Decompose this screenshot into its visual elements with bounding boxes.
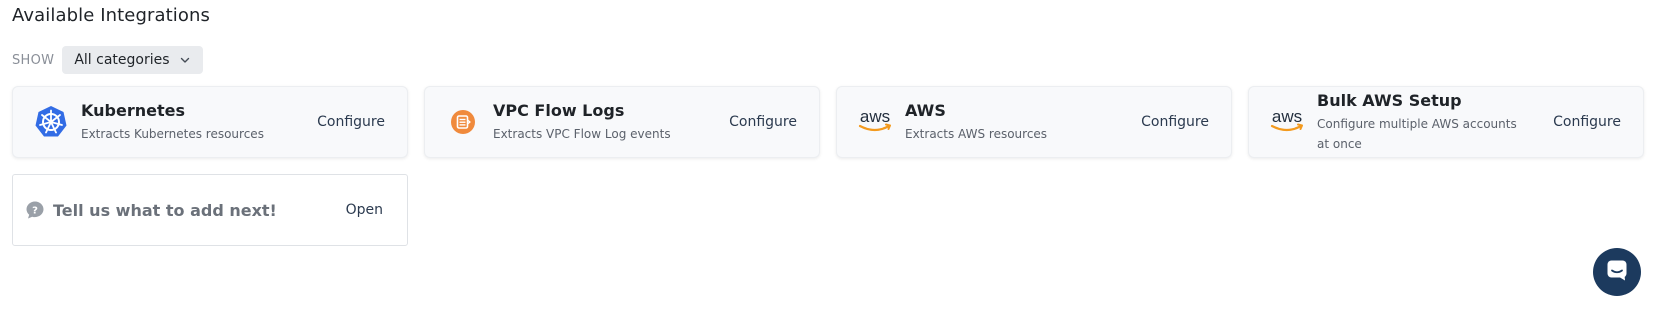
kubernetes-icon [31, 102, 71, 142]
card-title: VPC Flow Logs [493, 100, 625, 120]
integration-card-bulk-aws-setup: aws Bulk AWS Setup Configure multiple AW… [1248, 86, 1644, 158]
open-button[interactable]: Open [336, 196, 395, 224]
card-text: VPC Flow Logs Extracts VPC Flow Log even… [493, 101, 719, 144]
chat-icon [1605, 258, 1629, 286]
configure-button[interactable]: Configure [1131, 108, 1219, 136]
integration-cards: Kubernetes Extracts Kubernetes resources… [12, 86, 1644, 158]
integration-card-aws: aws AWS Extracts AWS resources Configure [836, 86, 1232, 158]
show-label: SHOW [12, 52, 55, 68]
card-description: Extracts AWS resources [905, 126, 1048, 141]
configure-button[interactable]: Configure [719, 108, 807, 136]
integration-card-vpc-flow-logs: VPC Flow Logs Extracts VPC Flow Log even… [424, 86, 820, 158]
card-description: Extracts VPC Flow Log events [493, 126, 671, 141]
card-title: Bulk AWS Setup [1317, 90, 1462, 110]
category-filter: SHOW All categories [12, 46, 204, 74]
card-text: Bulk AWS Setup Configure multiple AWS ac… [1317, 91, 1543, 154]
question-chat-icon: ? [25, 200, 45, 220]
suggestion-text: Tell us what to add next! [53, 200, 277, 220]
svg-text:?: ? [32, 205, 38, 216]
card-description: Configure multiple AWS accounts at once [1317, 116, 1517, 151]
svg-text:aws: aws [1272, 107, 1302, 126]
svg-text:aws: aws [860, 107, 890, 126]
chevron-down-icon [179, 54, 191, 66]
configure-button[interactable]: Configure [307, 108, 395, 136]
card-title: Kubernetes [81, 100, 185, 120]
card-text: Kubernetes Extracts Kubernetes resources [81, 101, 307, 144]
vpc-flow-logs-icon [443, 102, 483, 142]
category-select[interactable]: All categories [62, 46, 204, 74]
card-description: Extracts Kubernetes resources [81, 126, 264, 141]
card-title: AWS [905, 100, 946, 120]
chat-launcher-button[interactable] [1593, 248, 1641, 296]
integration-card-kubernetes: Kubernetes Extracts Kubernetes resources… [12, 86, 408, 158]
integrations-page: Available Integrations SHOW All categori… [0, 0, 1659, 310]
page-title: Available Integrations [12, 5, 210, 26]
configure-button[interactable]: Configure [1543, 108, 1631, 136]
aws-icon: aws [1267, 102, 1307, 142]
suggestion-card: ? Tell us what to add next! Open [12, 174, 408, 246]
aws-icon: aws [855, 102, 895, 142]
category-select-value: All categories [74, 52, 170, 68]
card-text: AWS Extracts AWS resources [905, 101, 1131, 144]
